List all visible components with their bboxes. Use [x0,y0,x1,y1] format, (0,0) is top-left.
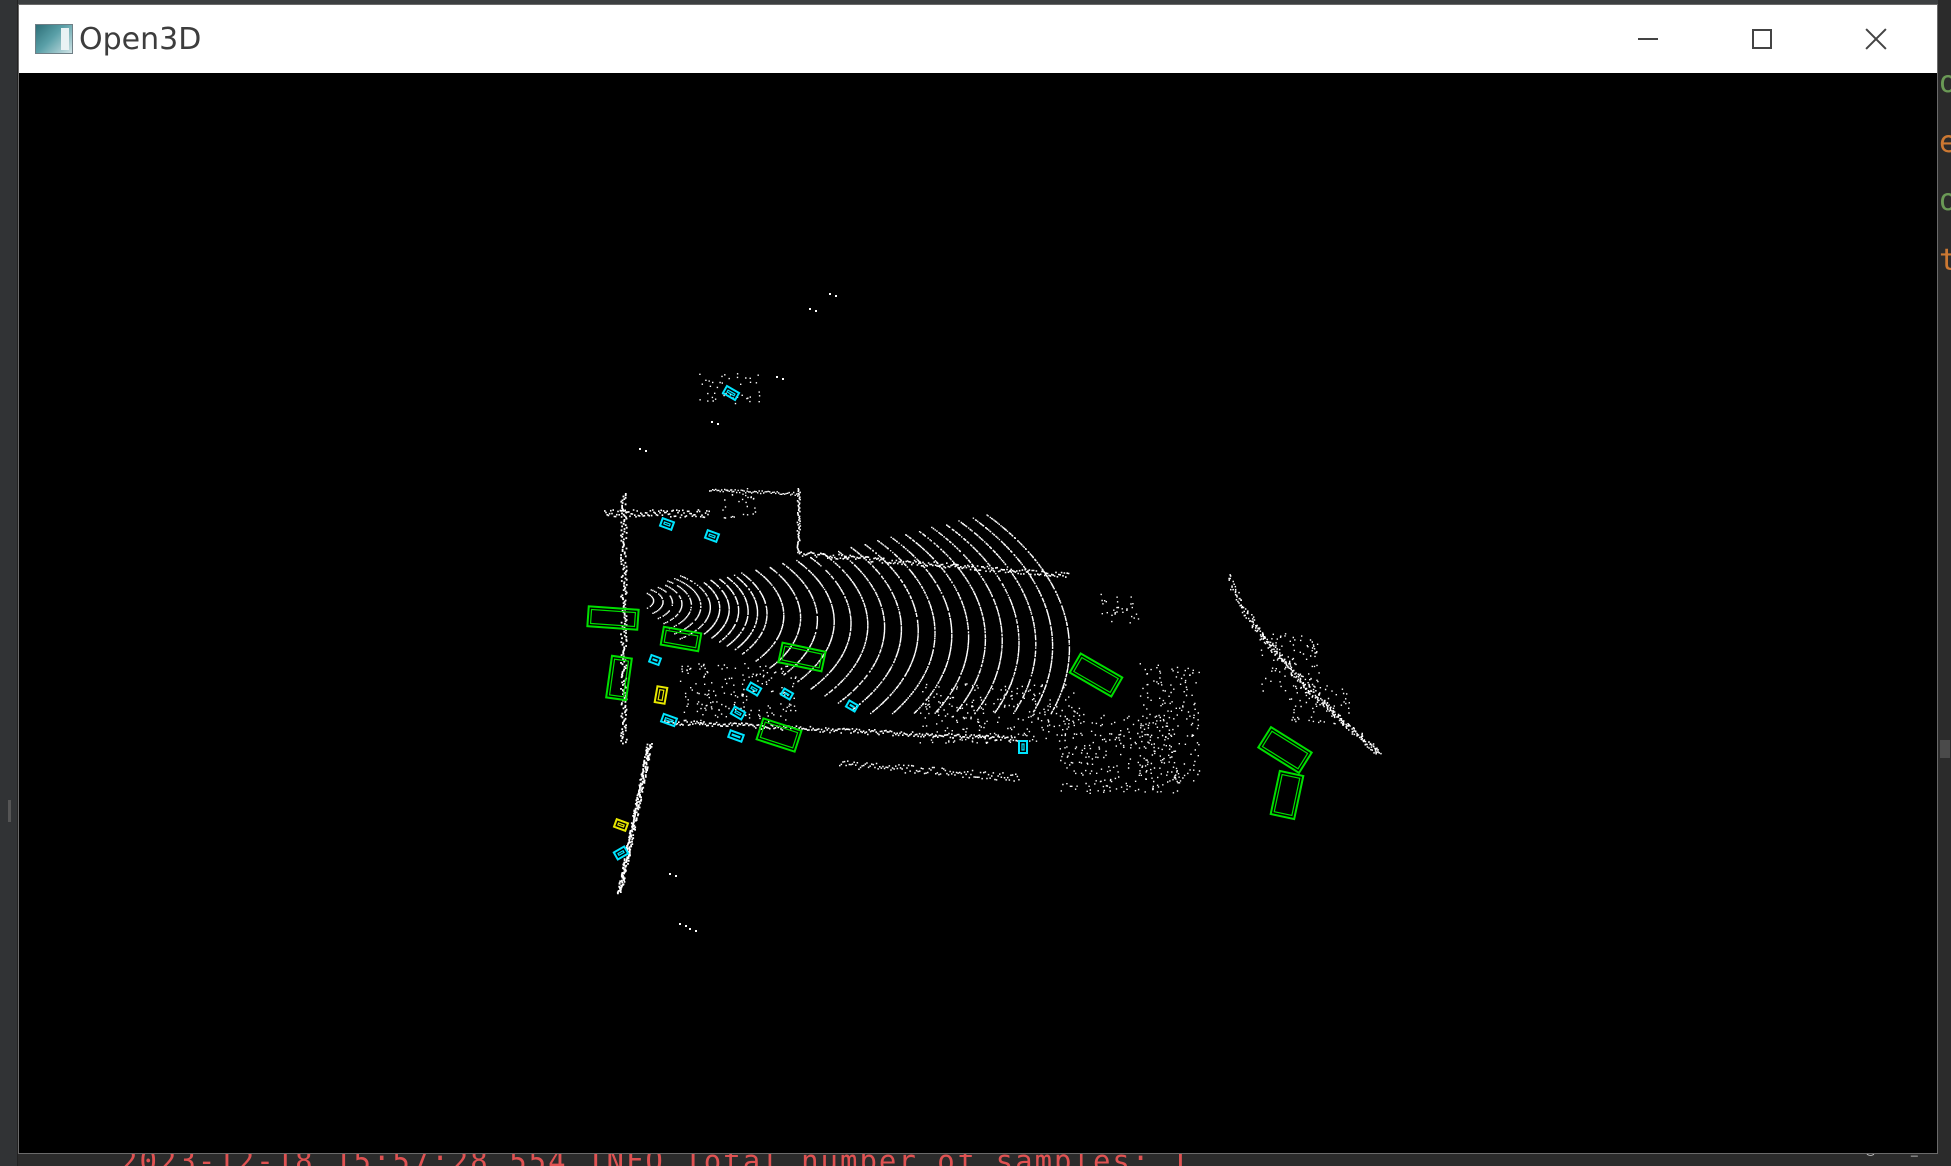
car-box [1256,725,1314,775]
minimize-icon [1638,38,1658,40]
point-cloud-points [604,293,1382,932]
car-box [605,654,633,702]
car-box [586,605,640,631]
maximize-icon [1752,29,1772,49]
detection-boxes [586,384,1314,861]
ide-right-gutter: o e o t [1938,0,1951,1166]
cyclist-box [653,685,669,705]
code-fragment: e [1939,125,1951,160]
lidar-points [604,293,1382,932]
car-box [1269,769,1305,821]
pedestrian-box [612,845,630,861]
code-fragment: o [1939,65,1951,100]
pedestrian-box [659,712,679,728]
open3d-app-icon [35,24,73,54]
ide-scrollbar-thumb[interactable] [1940,740,1950,758]
minimize-button[interactable] [1591,5,1705,73]
pedestrian-box [726,729,746,743]
close-icon [1865,28,1887,50]
maximize-button[interactable] [1705,5,1819,73]
car-box [1068,652,1124,698]
point-cloud-canvas[interactable] [19,73,1937,1153]
gutter-marker [8,800,11,822]
pedestrian-box [1018,740,1028,754]
pedestrian-box [647,653,663,667]
close-button[interactable] [1819,5,1933,73]
pedestrian-box [745,681,763,697]
code-fragment: o [1939,183,1951,218]
code-fragment: t [1939,243,1951,278]
pedestrian-box [703,528,721,544]
pedestrian-box [658,516,676,532]
pedestrian-box [729,705,747,721]
ide-left-gutter [0,0,18,1166]
car-box [755,717,803,753]
open3d-window[interactable]: Open3D [18,4,1938,1154]
pedestrian-box [779,687,795,701]
cyclist-box [612,817,630,833]
title-bar[interactable]: Open3D [19,5,1937,73]
window-title: Open3D [79,21,202,57]
pedestrian-box [721,384,741,402]
point-cloud-viewport[interactable] [19,73,1937,1153]
